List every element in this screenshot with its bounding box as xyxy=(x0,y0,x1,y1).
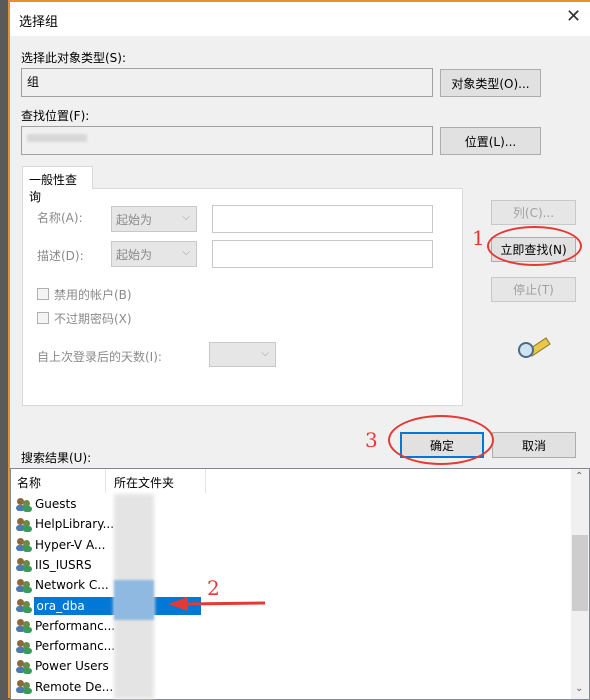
annotation-ellipse-find xyxy=(487,226,582,266)
group-icon xyxy=(16,578,32,593)
stop-button: 停止(T) xyxy=(491,277,576,302)
search-flashlight-icon xyxy=(518,337,551,358)
list-item[interactable]: Power Users xyxy=(11,656,201,676)
disabled-accounts-checkbox xyxy=(37,288,49,300)
list-item[interactable]: Performanc... xyxy=(11,616,201,636)
chevron-down-icon: ⌵ xyxy=(182,247,190,258)
column-header-folder[interactable]: 所在文件夹 xyxy=(106,469,206,493)
object-type-field: 组 xyxy=(21,68,433,97)
chevron-down-icon: ⌵ xyxy=(182,212,190,223)
list-item-label: Performanc... xyxy=(35,618,116,633)
title-bar: 选择组 ✕ xyxy=(10,2,590,36)
scrollbar-thumb[interactable] xyxy=(572,535,588,611)
query-panel: 名称(A): 起始为 ⌵ 描述(D): 起始为 ⌵ 禁用的帐户(B) 不过期密码(X… xyxy=(22,188,463,406)
group-icon xyxy=(16,497,32,512)
list-item-label: Power Users xyxy=(35,659,109,674)
non-expiring-password-label: 不过期密码(X) xyxy=(54,312,132,326)
list-item[interactable]: Guests xyxy=(11,494,201,514)
list-item[interactable]: IIS_IUSRS xyxy=(11,555,201,575)
group-icon xyxy=(16,679,32,695)
object-type-label: 选择此对象类型(S): xyxy=(21,51,127,65)
group-icon xyxy=(16,598,32,613)
disabled-accounts-label: 禁用的帐户(B) xyxy=(54,288,132,302)
days-since-login-label: 自上次登录后的天数(I): xyxy=(37,350,162,364)
group-icon xyxy=(16,537,32,553)
list-item[interactable]: Remote De... xyxy=(11,677,201,697)
scroll-down-icon[interactable]: ⌄ xyxy=(575,683,583,694)
column-header-name[interactable]: 名称 xyxy=(11,469,106,493)
close-icon[interactable]: ✕ xyxy=(566,6,581,27)
annotation-3: 3 xyxy=(365,428,378,452)
description-mode-value: 起始为 xyxy=(116,248,153,262)
blurred-folder-cell xyxy=(114,580,154,620)
annotation-arrow xyxy=(168,597,266,611)
list-item-label: Remote De... xyxy=(35,679,114,694)
location-field xyxy=(21,126,433,155)
list-item[interactable]: Network C... xyxy=(11,575,201,595)
scroll-up-icon[interactable]: ⌃ xyxy=(575,471,583,482)
description-input xyxy=(212,240,433,268)
name-label: 名称(A): xyxy=(37,211,83,225)
columns-button: 列(C)... xyxy=(491,200,576,225)
description-label: 描述(D): xyxy=(37,249,84,263)
dialog-title: 选择组 xyxy=(19,15,59,30)
chevron-down-icon: ⌵ xyxy=(261,348,269,359)
list-item-label: Hyper-V A... xyxy=(35,537,106,552)
group-icon xyxy=(16,659,32,674)
group-icon xyxy=(16,517,32,532)
name-mode-value: 起始为 xyxy=(116,213,153,227)
list-item-label: Performanc... xyxy=(35,639,116,654)
description-mode-select: 起始为 ⌵ xyxy=(111,241,197,267)
list-item-label: Network C... xyxy=(35,578,109,593)
object-types-button[interactable]: 对象类型(O)... xyxy=(440,69,541,97)
cancel-button[interactable]: 取消 xyxy=(492,432,576,458)
group-icon xyxy=(16,639,32,654)
days-since-login-select: ⌵ xyxy=(209,342,276,367)
search-results-label: 搜索结果(U): xyxy=(21,451,92,465)
scrollbar[interactable]: ⌃ ⌄ xyxy=(571,469,589,699)
list-item-label: Guests xyxy=(35,497,77,511)
locations-button[interactable]: 位置(L)... xyxy=(440,127,541,155)
list-item[interactable]: Performanc... xyxy=(11,636,201,656)
results-list[interactable]: 名称 所在文件夹 Guests HelpLibrary... Hyper-V A..… xyxy=(10,468,590,700)
select-group-dialog: 选择组 ✕ 选择此对象类型(S): 组 对象类型(O)... 查找位置(F): … xyxy=(8,0,590,700)
blurred-location xyxy=(27,134,87,142)
list-item[interactable]: HelpLibrary... xyxy=(11,514,201,534)
list-item-label: IIS_IUSRS xyxy=(35,557,92,572)
annotation-1: 1 xyxy=(472,226,485,250)
group-icon xyxy=(16,557,32,573)
result-rows: Guests HelpLibrary... Hyper-V A... IIS_IUSR… xyxy=(11,494,571,699)
list-item[interactable]: Hyper-V A... xyxy=(11,535,201,555)
tab-common-queries[interactable]: 一般性查询 xyxy=(22,166,93,204)
group-icon xyxy=(16,618,32,634)
annotation-ellipse-ok xyxy=(388,415,494,465)
name-input xyxy=(212,205,433,233)
name-mode-select: 起始为 ⌵ xyxy=(111,206,197,232)
list-item-label: HelpLibrary... xyxy=(35,517,115,532)
non-expiring-password-checkbox xyxy=(37,312,49,324)
location-label: 查找位置(F): xyxy=(21,109,90,123)
